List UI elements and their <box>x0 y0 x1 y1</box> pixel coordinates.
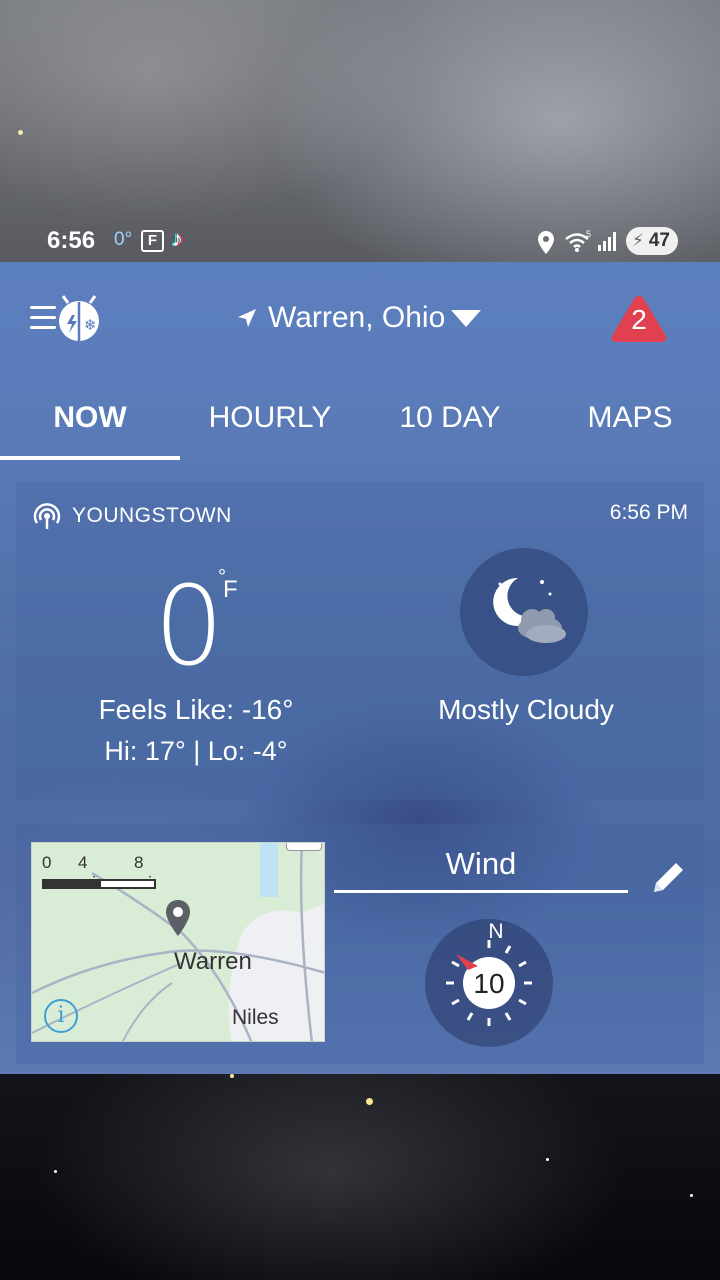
wind-speed: 10 <box>473 968 505 999</box>
star <box>546 1158 549 1161</box>
alert-count[interactable]: 2 <box>610 304 668 336</box>
battery-level: 47 <box>648 230 670 251</box>
wind-divider <box>334 890 628 893</box>
compass-north-label: N <box>488 920 504 943</box>
current-conditions-card[interactable]: YOUNGSTOWN 6:56 PM 0 ° F Feels Like: -16… <box>16 482 704 800</box>
tab-10-day[interactable]: 10 DAY <box>360 392 540 460</box>
status-time: 6:56 <box>47 227 96 254</box>
info-icon[interactable]: i <box>44 999 78 1033</box>
map-wind-card: 0 4 mi 8 mi Warren Niles i Wind <box>16 824 704 1064</box>
signal-icon <box>598 232 616 251</box>
map-expand-tab[interactable] <box>286 843 322 851</box>
svg-text:5: 5 <box>586 230 591 239</box>
feels-like: Feels Like: -16° <box>98 694 294 725</box>
navigation-arrow-icon <box>238 309 256 327</box>
location-pin-icon <box>166 900 190 936</box>
star <box>18 130 23 135</box>
edit-pencil-icon[interactable] <box>650 858 688 896</box>
active-tab-indicator <box>0 456 180 460</box>
moon-cloud-icon <box>493 577 566 643</box>
tab-hourly[interactable]: HOURLY <box>180 392 360 460</box>
observation-time: 6:56 PM <box>609 501 688 524</box>
tab-bar: NOW HOURLY 10 DAY MAPS <box>0 392 720 460</box>
hamburger-menu-icon[interactable] <box>30 306 56 330</box>
chevron-down-icon <box>451 309 482 327</box>
location-icon <box>538 231 554 254</box>
map-scale-bar <box>42 879 156 889</box>
star <box>366 1098 373 1105</box>
location-name: Warren, Ohio <box>268 301 446 334</box>
station-name: YOUNGSTOWN <box>72 504 232 527</box>
wifi-icon: 5 <box>565 230 591 252</box>
hi-lo: Hi: 17° | Lo: -4° <box>104 736 288 766</box>
charging-bolt-icon: ⚡ <box>632 231 644 250</box>
star <box>54 1170 57 1173</box>
wind-title: Wind <box>445 846 517 881</box>
condition-icon-circle <box>460 548 588 676</box>
app-header: ❄ Warren, Ohio 2 <box>0 262 720 382</box>
map-label-city: Niles <box>232 1006 279 1029</box>
tab-maps[interactable]: MAPS <box>540 392 720 460</box>
status-bar: 6:56 0° F ♪ 5 ⚡ 47 <box>0 220 720 264</box>
map-label-city: Warren <box>174 948 252 975</box>
tab-now[interactable]: NOW <box>0 392 180 460</box>
f-notification-icon: F <box>141 230 164 252</box>
battery-icon: ⚡ 47 <box>626 227 678 255</box>
radar-map[interactable]: 0 4 mi 8 mi Warren Niles i <box>31 842 325 1042</box>
tiktok-icon: ♪ <box>172 226 183 251</box>
star <box>690 1194 693 1197</box>
svg-text:❄: ❄ <box>84 316 97 334</box>
station-broadcast-icon <box>33 503 61 529</box>
current-temperature: 0 <box>154 562 224 690</box>
temperature-unit: F <box>223 576 238 603</box>
scale-label: 0 <box>42 853 52 872</box>
star <box>230 1074 234 1078</box>
status-temperature: 0° <box>114 229 133 250</box>
condition-text: Mostly Cloudy <box>438 694 614 725</box>
weatherbug-logo-icon[interactable]: ❄ <box>54 293 104 343</box>
location-selector[interactable]: Warren, Ohio <box>236 298 482 338</box>
main-panel: ❄ Warren, Ohio 2 NOW HOURLY 10 DAY MAPS … <box>0 262 720 1074</box>
